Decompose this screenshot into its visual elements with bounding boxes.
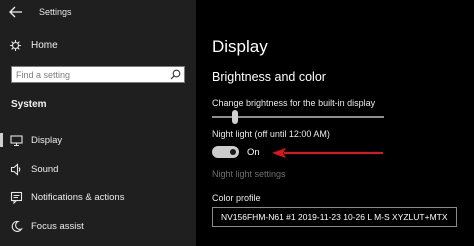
section-label-system: System [11,99,47,110]
sidebar-item-label: Sound [31,164,59,175]
home-icon [10,40,21,51]
toggle-state-label: On [247,147,260,158]
color-profile-dropdown[interactable]: NV156FHM-N61 #1 2019-11-23 10-26 L M-S X… [212,207,457,227]
sidebar-item-label: Focus assist [31,221,84,232]
search-icon[interactable] [170,69,181,80]
sidebar-item-notifications[interactable]: Notifications & actions [0,187,196,207]
sidebar-item-focus-assist[interactable]: Focus assist [0,216,196,236]
color-profile-label: Color profile [212,193,261,203]
annotation-arrow-icon [272,148,383,158]
night-light-settings-link[interactable]: Night light settings [212,169,286,179]
search-box[interactable] [11,66,185,83]
brightness-label: Change brightness for the built-in displ… [212,98,376,108]
app-title: Settings [39,7,72,17]
sidebar-item-label: Notifications & actions [31,192,125,203]
home-label: Home [31,40,58,51]
sidebar-item-label: Display [31,135,63,146]
slider-thumb[interactable] [232,110,238,124]
notifications-icon [10,191,23,204]
section-heading: Brightness and color [212,70,326,84]
sidebar: Settings Home System Display Sound [0,0,196,246]
night-light-toggle[interactable] [212,146,239,158]
page-title: Display [212,37,268,56]
title-bar: Settings [0,0,196,24]
selected-indicator [0,133,3,147]
home-nav-item[interactable]: Home [9,38,189,54]
display-icon [10,135,23,147]
color-profile-value: NV156FHM-N61 #1 2019-11-23 10-26 L M-S X… [221,212,448,222]
back-arrow-icon[interactable] [9,6,23,18]
sidebar-item-display[interactable]: Display [0,130,196,150]
brightness-slider[interactable] [212,110,384,124]
moon-icon [11,220,23,232]
speaker-icon [10,163,21,176]
search-input[interactable] [16,68,166,81]
toggle-knob [230,149,236,155]
sidebar-item-sound[interactable]: Sound [0,159,196,179]
night-light-label: Night light (off until 12:00 AM) [212,129,330,139]
